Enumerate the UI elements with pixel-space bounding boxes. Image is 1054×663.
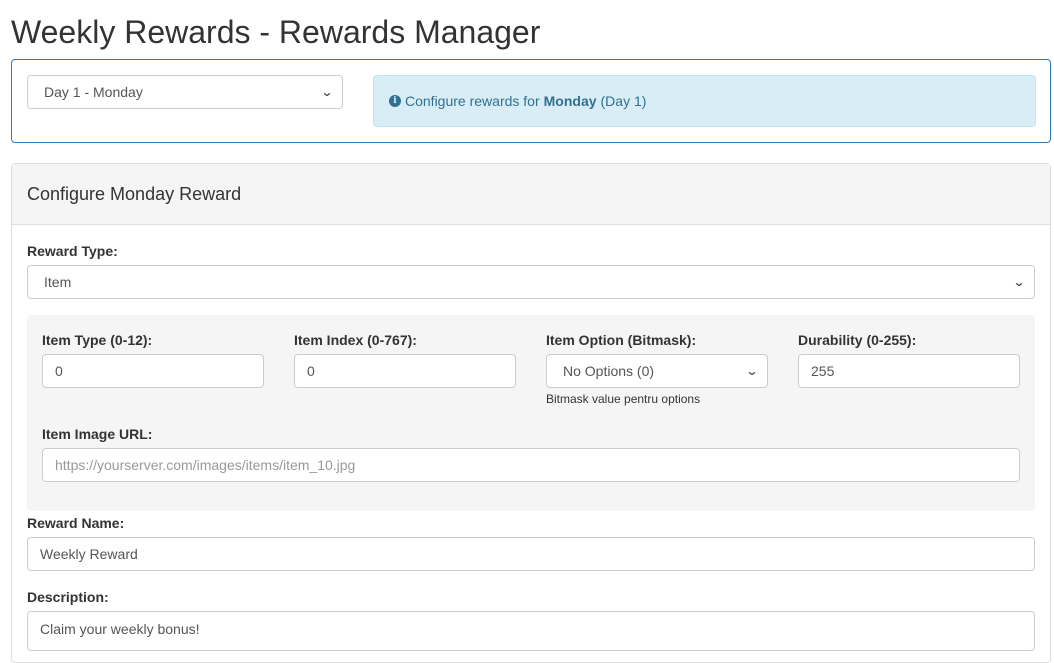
item-option-value: No Options (0): [563, 363, 655, 379]
reward-name-label: Reward Name:: [27, 515, 125, 531]
item-type-input[interactable]: 0: [42, 354, 264, 388]
item-image-url-input[interactable]: https://yourserver.com/images/items/item…: [42, 448, 1020, 482]
reward-config-panel: Configure Monday Reward Reward Type: Ite…: [11, 163, 1051, 663]
description-textarea[interactable]: Claim your weekly bonus!: [27, 611, 1035, 651]
chevron-down-icon: ⌄: [745, 364, 759, 378]
chevron-down-icon: ⌄: [320, 85, 334, 99]
info-suffix: (Day 1): [600, 93, 647, 109]
description-label: Description:: [27, 589, 109, 605]
info-icon: i: [389, 95, 401, 107]
item-option-label: Item Option (Bitmask):: [546, 332, 697, 348]
chevron-down-icon: ⌄: [1012, 275, 1026, 289]
day-selector-box: Day 1 - Monday ⌄ i Configure rewards for…: [11, 59, 1051, 143]
reward-name-input[interactable]: Weekly Reward: [27, 537, 1035, 571]
item-option-help: Bitmask value pentru options: [546, 392, 701, 406]
item-image-url-label: Item Image URL:: [42, 426, 153, 442]
item-type-label: Item Type (0-12):: [42, 332, 153, 348]
info-alert: i Configure rewards for Monday (Day 1): [373, 75, 1036, 127]
day-select[interactable]: Day 1 - Monday ⌄: [27, 75, 343, 109]
day-select-value: Day 1 - Monday: [44, 84, 143, 100]
item-option-select[interactable]: No Options (0) ⌄: [546, 354, 768, 388]
durability-label: Durability (0-255):: [798, 332, 917, 348]
reward-type-label: Reward Type:: [27, 243, 118, 259]
item-settings-well: Item Type (0-12): 0 Item Index (0-767): …: [27, 315, 1035, 511]
item-index-label: Item Index (0-767):: [294, 332, 417, 348]
info-day-name: Monday: [543, 93, 597, 109]
reward-type-value: Item: [44, 274, 72, 290]
info-prefix: Configure rewards for: [405, 93, 540, 109]
durability-input[interactable]: 255: [798, 354, 1020, 388]
reward-type-select[interactable]: Item ⌄: [27, 265, 1035, 299]
panel-heading: Configure Monday Reward: [12, 164, 1050, 225]
item-index-input[interactable]: 0: [294, 354, 516, 388]
page-title: Weekly Rewards - Rewards Manager: [11, 14, 541, 50]
